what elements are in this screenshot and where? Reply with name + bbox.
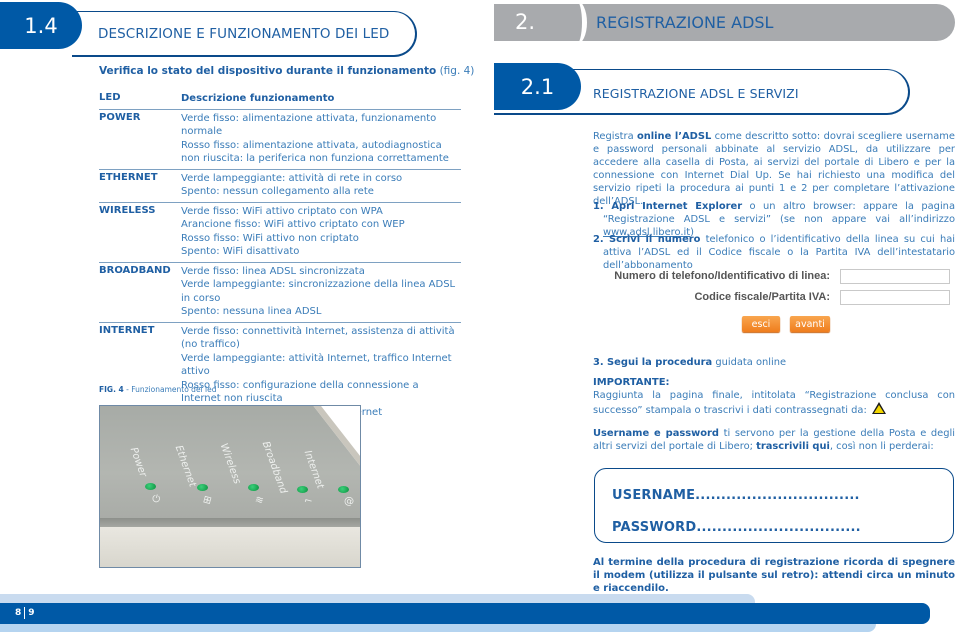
led-name: WIRELESS: [99, 204, 156, 216]
password-label: PASSWORD: [612, 520, 697, 535]
led-table-header: LED Descrizione funzionamento: [99, 92, 461, 110]
intro-paragraph: Registra online l’ADSL come descritto so…: [593, 130, 955, 208]
step-1-title: 1. Apri Internet Explorer: [593, 201, 743, 212]
section-number: 2.1: [520, 74, 555, 99]
description-line: Verde fisso: alimentazione attivata, fun…: [181, 112, 437, 138]
tax-code-input[interactable]: [840, 290, 950, 305]
credentials-text: , così non li perderai:: [829, 441, 934, 452]
page-numbers: 8 9: [15, 607, 35, 619]
description-line: Rosso fisso: WiFi attivo non criptato: [181, 232, 359, 244]
header-description: Descrizione funzionamento: [181, 93, 335, 104]
modem-led-photo: Power Ethernet Wireless Broadband Intern…: [99, 405, 361, 568]
credentials-paragraph: Username e password ti servono per la ge…: [593, 427, 955, 453]
warning-icon: [871, 402, 886, 414]
table-row: ETHERNET Verde lampeggiante: attività di…: [99, 170, 461, 203]
modem-front: [100, 527, 360, 567]
led-description: Verde fisso: linea ADSL sincronizzata Ve…: [181, 265, 461, 319]
figure-caption-text: - Funzionamento dei led: [123, 385, 217, 394]
led-description: Verde lampeggiante: attività di rete in …: [181, 172, 461, 199]
description-line: Verde lampeggiante: attività Internet, t…: [181, 352, 452, 378]
section-underline: [494, 113, 574, 115]
led-name: ETHERNET: [99, 171, 158, 183]
subtitle-figure-ref: (fig. 4): [436, 65, 475, 77]
important-paragraph: Raggiunta la pagina finale, intitolata “…: [593, 389, 955, 417]
credentials-bold: Username e password: [593, 428, 719, 439]
step-3-title: 3. Segui la procedura: [593, 357, 713, 368]
section-number-badge: 1.4: [0, 2, 82, 49]
broadband-led-icon: [297, 486, 308, 493]
phone-input[interactable]: [840, 269, 950, 284]
footer-bar: [0, 603, 930, 624]
description-line: Arancione fisso: WiFi attivo criptato co…: [181, 219, 405, 230]
intro-text: come descritto sotto: dovrai scegliere u…: [593, 131, 955, 207]
page-number-left: 8: [15, 608, 22, 618]
password-dots: ................................: [696, 520, 861, 535]
modem-edge: [100, 518, 360, 527]
figure-label: FIG. 4: [99, 385, 124, 394]
description-line: Verde fisso: connettività Internet, assi…: [181, 325, 455, 351]
username-dots: ................................: [695, 488, 860, 503]
important-title: IMPORTANTE:: [593, 377, 670, 388]
username-label: USERNAME: [612, 488, 696, 503]
password-line: PASSWORD................................: [612, 520, 861, 535]
chapter-separator: [565, 0, 587, 45]
ethernet-led-icon: [197, 484, 208, 491]
step-3-text: guidata online: [712, 357, 787, 368]
led-name: POWER: [99, 111, 141, 123]
section-title: REGISTRAZIONE ADSL E SERVIZI: [593, 86, 799, 101]
led-name: BROADBAND: [99, 264, 171, 276]
table-row: BROADBAND Verde fisso: linea ADSL sincro…: [99, 263, 461, 323]
username-line: USERNAME................................: [612, 488, 860, 503]
led-description: Verde fisso: WiFi attivo criptato con WP…: [181, 205, 461, 259]
final-note: Al termine della procedura di registrazi…: [593, 557, 955, 594]
section-title: DESCRIZIONE E FUNZIONAMENTO DEI LED: [98, 26, 390, 42]
description-line: Verde fisso: linea ADSL sincronizzata: [181, 265, 365, 277]
intro-bold: online l’ADSL: [636, 131, 712, 142]
description-line: Spento: nessuna linea ADSL: [181, 306, 322, 317]
important-text: Raggiunta la pagina finale, intitolata “…: [593, 390, 955, 416]
tax-code-label: Codice fiscale/Partita IVA:: [694, 291, 830, 303]
section-subtitle: Verifica lo stato del dispositivo durant…: [99, 65, 474, 77]
description-line: Spento: nessun collegamento alla rete: [181, 186, 374, 197]
page-divider: [24, 607, 26, 619]
intro-text: Registra: [593, 131, 637, 142]
section-number: 1.4: [24, 13, 58, 38]
credentials-bold: trascrivili qui: [756, 441, 830, 452]
subtitle-bold: Verifica lo stato del dispositivo durant…: [99, 65, 437, 77]
phone-label: Numero di telefono/Identificativo di lin…: [614, 270, 830, 282]
step-2: 2. Scrivi il numero telefonico o l’ident…: [593, 233, 955, 272]
chapter-number: 2.: [515, 10, 536, 34]
step-3: 3. Segui la procedura guidata online: [593, 356, 955, 369]
section-number-badge: 2.1: [494, 63, 581, 110]
led-description: Verde fisso: alimentazione attivata, fun…: [181, 112, 461, 166]
description-line: Verde fisso: WiFi attivo criptato con WP…: [181, 205, 383, 217]
table-row: POWER Verde fisso: alimentazione attivat…: [99, 110, 461, 170]
table-row: WIRELESS Verde fisso: WiFi attivo cripta…: [99, 203, 461, 263]
page-number-right: 9: [28, 608, 35, 618]
description-line: Spento: WiFi disattivato: [181, 246, 300, 257]
description-line: Verde lampeggiante: sincronizzazione del…: [181, 279, 456, 304]
power-led-icon: [145, 483, 156, 490]
step-2-title: 2. Scrivi il numero: [593, 234, 701, 245]
chapter-title: REGISTRAZIONE ADSL: [596, 13, 774, 32]
next-button[interactable]: avanti: [790, 316, 830, 332]
description-line: Rosso fisso: alimentazione attivata, aut…: [181, 139, 449, 165]
figure-caption: FIG. 4 - Funzionamento dei led: [99, 385, 216, 394]
header-led: LED: [99, 92, 121, 103]
wireless-led-icon: [248, 484, 259, 491]
led-table: LED Descrizione funzionamento POWER Verd…: [99, 92, 461, 422]
description-line: Verde lampeggiante: attività di rete in …: [181, 172, 403, 184]
internet-led-icon: [338, 486, 349, 493]
exit-button[interactable]: esci: [742, 316, 780, 332]
description-line: Rosso fisso: configurazione della connes…: [181, 379, 419, 405]
